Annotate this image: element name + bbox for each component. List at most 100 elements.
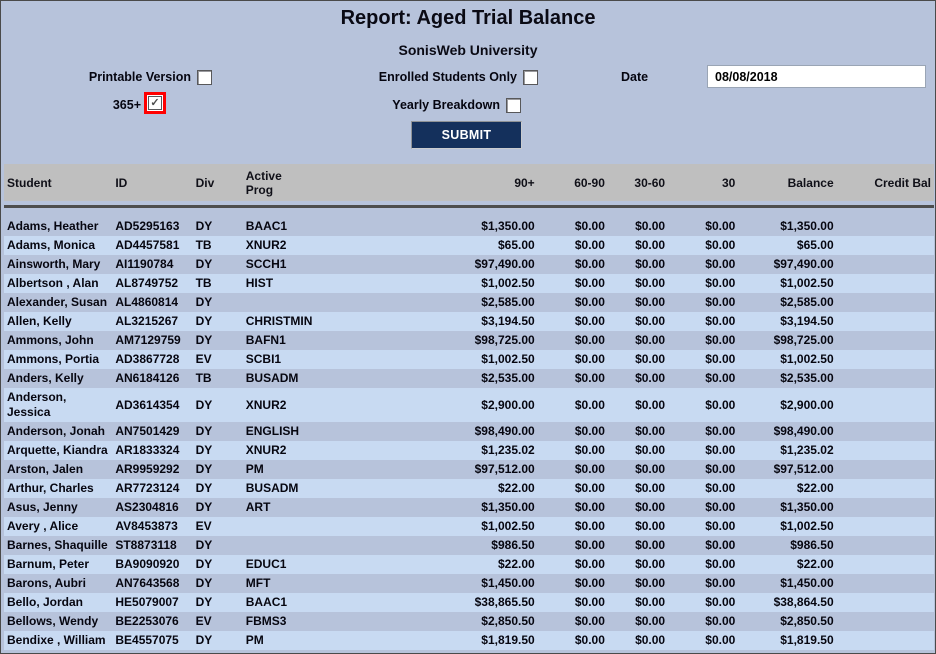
active-program-cell: FBMS3 bbox=[243, 612, 360, 631]
aging-30-cell: $0.00 bbox=[668, 388, 738, 422]
date-input[interactable] bbox=[707, 65, 926, 88]
aging-60-90-cell: $0.00 bbox=[538, 536, 608, 555]
credit-bal-cell bbox=[837, 236, 934, 255]
aging-30-cell: $0.00 bbox=[668, 498, 738, 517]
header-separator-line bbox=[4, 205, 934, 208]
division-cell: DY bbox=[193, 593, 243, 612]
division-cell: EV bbox=[193, 350, 243, 369]
active-program-cell: BUSADM bbox=[243, 479, 360, 498]
student-name-cell: Ainsworth, Mary bbox=[4, 255, 112, 274]
student-id-cell: HE5079007 bbox=[112, 593, 192, 612]
active-program-cell: XNUR2 bbox=[243, 441, 360, 460]
balance-cell: $2,535.00 bbox=[738, 369, 836, 388]
credit-bal-cell bbox=[837, 574, 934, 593]
aging-90plus-cell: $98,490.00 bbox=[360, 422, 538, 441]
credit-bal-cell bbox=[837, 331, 934, 350]
aging-90plus-cell: $22.00 bbox=[360, 555, 538, 574]
student-name-cell: Asus, Jenny bbox=[4, 498, 112, 517]
balance-cell: $1,450.00 bbox=[738, 574, 836, 593]
aging-60-90-cell: $0.00 bbox=[538, 331, 608, 350]
aging-90plus-cell: $97,512.00 bbox=[360, 460, 538, 479]
student-id-cell: AI1190784 bbox=[112, 255, 192, 274]
student-id-cell: ST8873118 bbox=[112, 536, 192, 555]
table-row: Asus, Jenny AS2304816 DY ART $1,350.00 $… bbox=[4, 498, 934, 517]
balance-cell: $38,864.50 bbox=[738, 593, 836, 612]
aging-30-60-cell: $0.00 bbox=[608, 574, 668, 593]
report-table-body: Adams, Heather AD5295163 DY BAAC1 $1,350… bbox=[4, 217, 934, 650]
student-id-cell: BE2253076 bbox=[112, 612, 192, 631]
aging-30-60-cell: $0.00 bbox=[608, 498, 668, 517]
aging-60-90-cell: $0.00 bbox=[538, 312, 608, 331]
table-row: Anderson, Jonah AN7501429 DY ENGLISH $98… bbox=[4, 422, 934, 441]
table-row: Albertson , Alan AL8749752 TB HIST $1,00… bbox=[4, 274, 934, 293]
balance-cell: $1,819.50 bbox=[738, 631, 836, 650]
aging-30-60-cell: $0.00 bbox=[608, 312, 668, 331]
active-program-cell bbox=[243, 293, 360, 312]
aging-60-90-cell: $0.00 bbox=[538, 555, 608, 574]
credit-bal-cell bbox=[837, 369, 934, 388]
balance-cell: $1,350.00 bbox=[738, 217, 836, 236]
balance-cell: $65.00 bbox=[738, 236, 836, 255]
aging-60-90-cell: $0.00 bbox=[538, 274, 608, 293]
student-id-cell: BE4557075 bbox=[112, 631, 192, 650]
page-title: Report: Aged Trial Balance bbox=[1, 7, 935, 30]
student-id-cell: AR9959292 bbox=[112, 460, 192, 479]
balance-cell: $3,194.50 bbox=[738, 312, 836, 331]
submit-button[interactable]: SUBMIT bbox=[411, 121, 522, 149]
aging-30-cell: $0.00 bbox=[668, 369, 738, 388]
credit-bal-cell bbox=[837, 536, 934, 555]
student-id-cell: AN6184126 bbox=[112, 369, 192, 388]
student-name-cell: Anderson, Jonah bbox=[4, 422, 112, 441]
aging-90plus-cell: $1,350.00 bbox=[360, 217, 538, 236]
365plus-label: 365+ bbox=[21, 98, 141, 112]
division-cell: DY bbox=[193, 555, 243, 574]
active-program-cell: ENGLISH bbox=[243, 422, 360, 441]
aging-60-90-cell: $0.00 bbox=[538, 369, 608, 388]
student-id-cell: AR7723124 bbox=[112, 479, 192, 498]
credit-bal-cell bbox=[837, 293, 934, 312]
aging-30-cell: $0.00 bbox=[668, 479, 738, 498]
active-program-cell: BUSADM bbox=[243, 369, 360, 388]
aging-90plus-cell: $2,850.50 bbox=[360, 612, 538, 631]
aging-30-cell: $0.00 bbox=[668, 517, 738, 536]
division-cell: DY bbox=[193, 574, 243, 593]
student-name-cell: Adams, Monica bbox=[4, 236, 112, 255]
checkmark-icon: ✓ bbox=[150, 98, 159, 108]
table-row: Bello, Jordan HE5079007 DY BAAC1 $38,865… bbox=[4, 593, 934, 612]
aging-30-cell: $0.00 bbox=[668, 536, 738, 555]
aging-90plus-cell: $1,450.00 bbox=[360, 574, 538, 593]
division-cell: DY bbox=[193, 422, 243, 441]
active-program-cell: BAAC1 bbox=[243, 217, 360, 236]
student-name-cell: Arquette, Kiandra bbox=[4, 441, 112, 460]
aging-30-60-cell: $0.00 bbox=[608, 236, 668, 255]
division-cell: DY bbox=[193, 536, 243, 555]
yearly-breakdown-checkbox[interactable] bbox=[506, 98, 521, 113]
enrolled-students-only-label: Enrolled Students Only bbox=[301, 70, 517, 84]
aging-60-90-cell: $0.00 bbox=[538, 236, 608, 255]
division-cell: TB bbox=[193, 236, 243, 255]
aging-30-60-cell: $0.00 bbox=[608, 255, 668, 274]
aging-60-90-cell: $0.00 bbox=[538, 350, 608, 369]
division-cell: EV bbox=[193, 517, 243, 536]
student-id-cell: AL4860814 bbox=[112, 293, 192, 312]
aging-60-90-cell: $0.00 bbox=[538, 293, 608, 312]
student-name-cell: Barons, Aubri bbox=[4, 574, 112, 593]
report-table-header: Student ID Div Active Prog 90+ 60-90 30-… bbox=[4, 164, 934, 201]
printable-version-checkbox[interactable] bbox=[197, 70, 212, 85]
aged-trial-balance-page: { "page": { "title": "Report: Aged Trial… bbox=[0, 0, 936, 654]
student-id-cell: AN7501429 bbox=[112, 422, 192, 441]
enrolled-students-only-checkbox[interactable] bbox=[523, 70, 538, 85]
aging-30-cell: $0.00 bbox=[668, 293, 738, 312]
aging-90plus-cell: $1,235.02 bbox=[360, 441, 538, 460]
student-name-cell: Barnes, Shaquille bbox=[4, 536, 112, 555]
student-name-cell: Anderson, Jessica bbox=[4, 388, 112, 422]
col-header-60-90: 60-90 bbox=[538, 164, 608, 201]
balance-cell: $2,900.00 bbox=[738, 388, 836, 422]
col-header-id: ID bbox=[112, 164, 192, 201]
aging-30-60-cell: $0.00 bbox=[608, 612, 668, 631]
credit-bal-cell bbox=[837, 255, 934, 274]
balance-cell: $1,235.02 bbox=[738, 441, 836, 460]
division-cell: DY bbox=[193, 498, 243, 517]
aging-30-cell: $0.00 bbox=[668, 574, 738, 593]
365plus-checkbox[interactable]: ✓ bbox=[148, 96, 162, 110]
